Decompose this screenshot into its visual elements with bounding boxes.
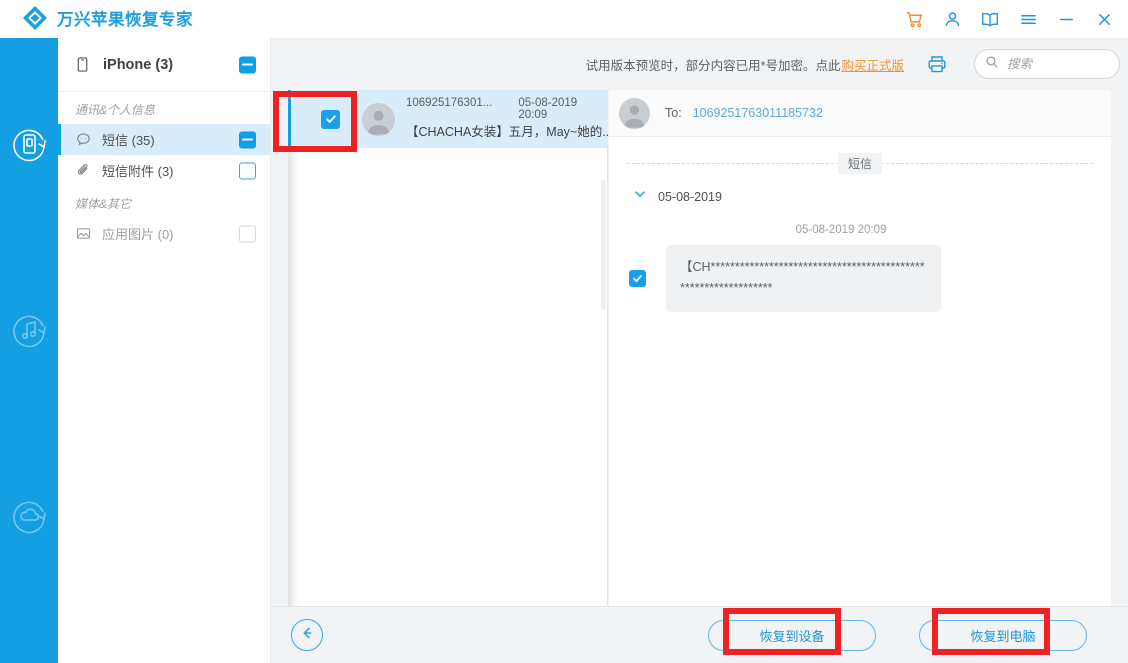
sidebar-item-message-attachments-checkbox[interactable] <box>239 162 256 179</box>
message-row: 【CH*************************************… <box>609 236 1111 312</box>
printer-icon[interactable] <box>926 53 948 75</box>
list-item-checkbox[interactable] <box>321 109 340 129</box>
restore-to-device-button[interactable]: 恢复到设备 <box>708 620 876 651</box>
search-box[interactable] <box>974 49 1120 79</box>
recover-from-cloud-icon[interactable] <box>5 492 53 540</box>
trial-notice: 试用版本预览时，部分内容已用*号加密。点此 <box>585 58 841 73</box>
phone-icon <box>74 56 91 73</box>
detail-to-label: To: <box>665 106 682 120</box>
sidebar-group-label-0: 通讯&个人信息 <box>75 103 156 117</box>
sidebar-item-message-attachments-label: 短信附件 (3) <box>102 164 174 179</box>
sidebar-item-messages-label: 短信 (35) <box>102 133 155 148</box>
sidebar: iPhone (3) 通讯&个人信息 短信 (35) 短信附件 (3) 媒体&其… <box>58 38 271 663</box>
title-bar: 万兴苹果恢复专家 <box>0 0 1128 38</box>
arrow-left-icon <box>299 625 315 646</box>
content-topbar: 试用版本预览时，部分内容已用*号加密。点此 购买正式版 <box>271 38 1128 90</box>
back-button[interactable] <box>291 619 323 651</box>
recover-music-icon[interactable] <box>5 306 53 354</box>
detail-date-label: 05-08-2019 <box>658 189 722 204</box>
message-detail-panel: To: 1069251763011185732 短信 05-08-2019 05… <box>609 90 1111 636</box>
account-icon[interactable] <box>942 9 962 29</box>
window-controls <box>904 0 1114 38</box>
detail-section-divider: 短信 <box>627 149 1093 177</box>
message-list-panel: 106925176301... 05-08-2019 20:09 【CHACHA… <box>288 90 608 636</box>
image-icon <box>75 225 92 242</box>
sidebar-item-message-attachments[interactable]: 短信附件 (3) <box>58 155 270 186</box>
sidebar-item-app-photos-checkbox[interactable] <box>239 225 256 242</box>
sidebar-item-messages-checkbox[interactable] <box>239 131 256 148</box>
detail-to-number[interactable]: 1069251763011185732 <box>693 106 823 120</box>
menu-icon[interactable] <box>1018 9 1038 29</box>
book-icon[interactable] <box>980 9 1000 29</box>
list-item-snippet: 【CHACHA女装】五月，May~她的... <box>406 125 608 139</box>
restore-to-computer-button[interactable]: 恢复到电脑 <box>919 620 1087 651</box>
detail-date-group[interactable]: 05-08-2019 <box>609 177 1111 206</box>
content-area: 试用版本预览时，部分内容已用*号加密。点此 购买正式版 搜索 106925176… <box>271 38 1128 663</box>
list-vertical-scrollbar[interactable] <box>601 180 606 310</box>
cart-icon[interactable] <box>904 9 924 29</box>
sidebar-device-checkbox[interactable] <box>239 56 256 73</box>
message-icon <box>75 131 92 148</box>
person-avatar-icon <box>362 102 395 136</box>
sidebar-device-label: iPhone (3) <box>103 56 174 73</box>
search-input[interactable] <box>1007 57 1107 71</box>
wondershare-diamond-logo-icon <box>22 5 48 31</box>
buy-full-version-link[interactable]: 购买正式版 <box>841 55 904 74</box>
search-icon <box>985 55 999 74</box>
detail-header: To: 1069251763011185732 <box>609 90 1111 137</box>
app-title: 万兴苹果恢复专家 <box>57 11 193 29</box>
message-bubble: 【CH*************************************… <box>666 245 941 312</box>
recover-from-device-icon[interactable] <box>5 120 53 168</box>
minimize-icon[interactable] <box>1056 9 1076 29</box>
detail-section-label: 短信 <box>837 152 882 174</box>
left-rail <box>0 38 58 663</box>
sidebar-device-row[interactable]: iPhone (3) <box>58 38 270 92</box>
attachment-icon <box>75 162 92 179</box>
sidebar-item-messages[interactable]: 短信 (35) <box>58 124 270 155</box>
person-avatar-icon <box>619 97 650 129</box>
sidebar-item-app-photos-label: 应用图片 (0) <box>102 227 174 242</box>
footer-bar: 恢复到设备 恢复到电脑 <box>271 606 1128 663</box>
list-item[interactable]: 106925176301... 05-08-2019 20:09 【CHACHA… <box>288 90 608 148</box>
message-timestamp: 05-08-2019 20:09 <box>795 224 887 236</box>
chevron-down-icon[interactable] <box>633 187 647 206</box>
list-item-sender: 106925176301... <box>406 97 493 109</box>
list-item-time: 05-08-2019 20:09 <box>518 97 578 121</box>
sidebar-group-label-1: 媒体&其它 <box>75 197 132 211</box>
list-item-text: 106925176301... 05-08-2019 20:09 【CHACHA… <box>406 97 608 141</box>
message-checkbox[interactable] <box>629 269 646 287</box>
close-icon[interactable] <box>1094 9 1114 29</box>
brand: 万兴苹果恢复专家 <box>22 5 193 31</box>
sidebar-item-app-photos[interactable]: 应用图片 (0) <box>58 218 270 249</box>
app-window: 万兴苹果恢复专家 iPhone (3) 通讯&个人信息 短信 (35) 短信附件… <box>0 0 1128 663</box>
